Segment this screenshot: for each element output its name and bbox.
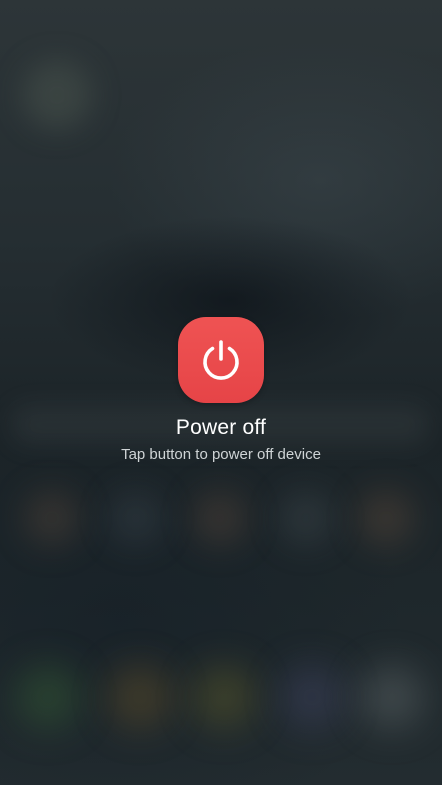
- power-off-panel: Power off Tap button to power off device: [0, 317, 442, 465]
- blurred-dock-icon: [16, 665, 80, 729]
- power-off-subtitle: Tap button to power off device: [121, 446, 321, 463]
- blurred-app-icon: [108, 490, 164, 546]
- power-off-screen: Power off Tap button to power off device: [0, 0, 442, 785]
- blurred-app-icon: [278, 490, 334, 546]
- blurred-dock-icon: [280, 665, 344, 729]
- blurred-background-element: [22, 60, 92, 130]
- blurred-app-icon: [24, 490, 80, 546]
- power-icon: [203, 340, 239, 380]
- blurred-dock-icon: [360, 665, 424, 729]
- blurred-app-icon: [192, 490, 248, 546]
- power-off-title: Power off: [175, 416, 267, 439]
- blurred-app-icon: [358, 490, 414, 546]
- blurred-dock-icon: [108, 665, 172, 729]
- power-off-button[interactable]: [178, 317, 264, 403]
- blurred-dock-icon: [192, 665, 256, 729]
